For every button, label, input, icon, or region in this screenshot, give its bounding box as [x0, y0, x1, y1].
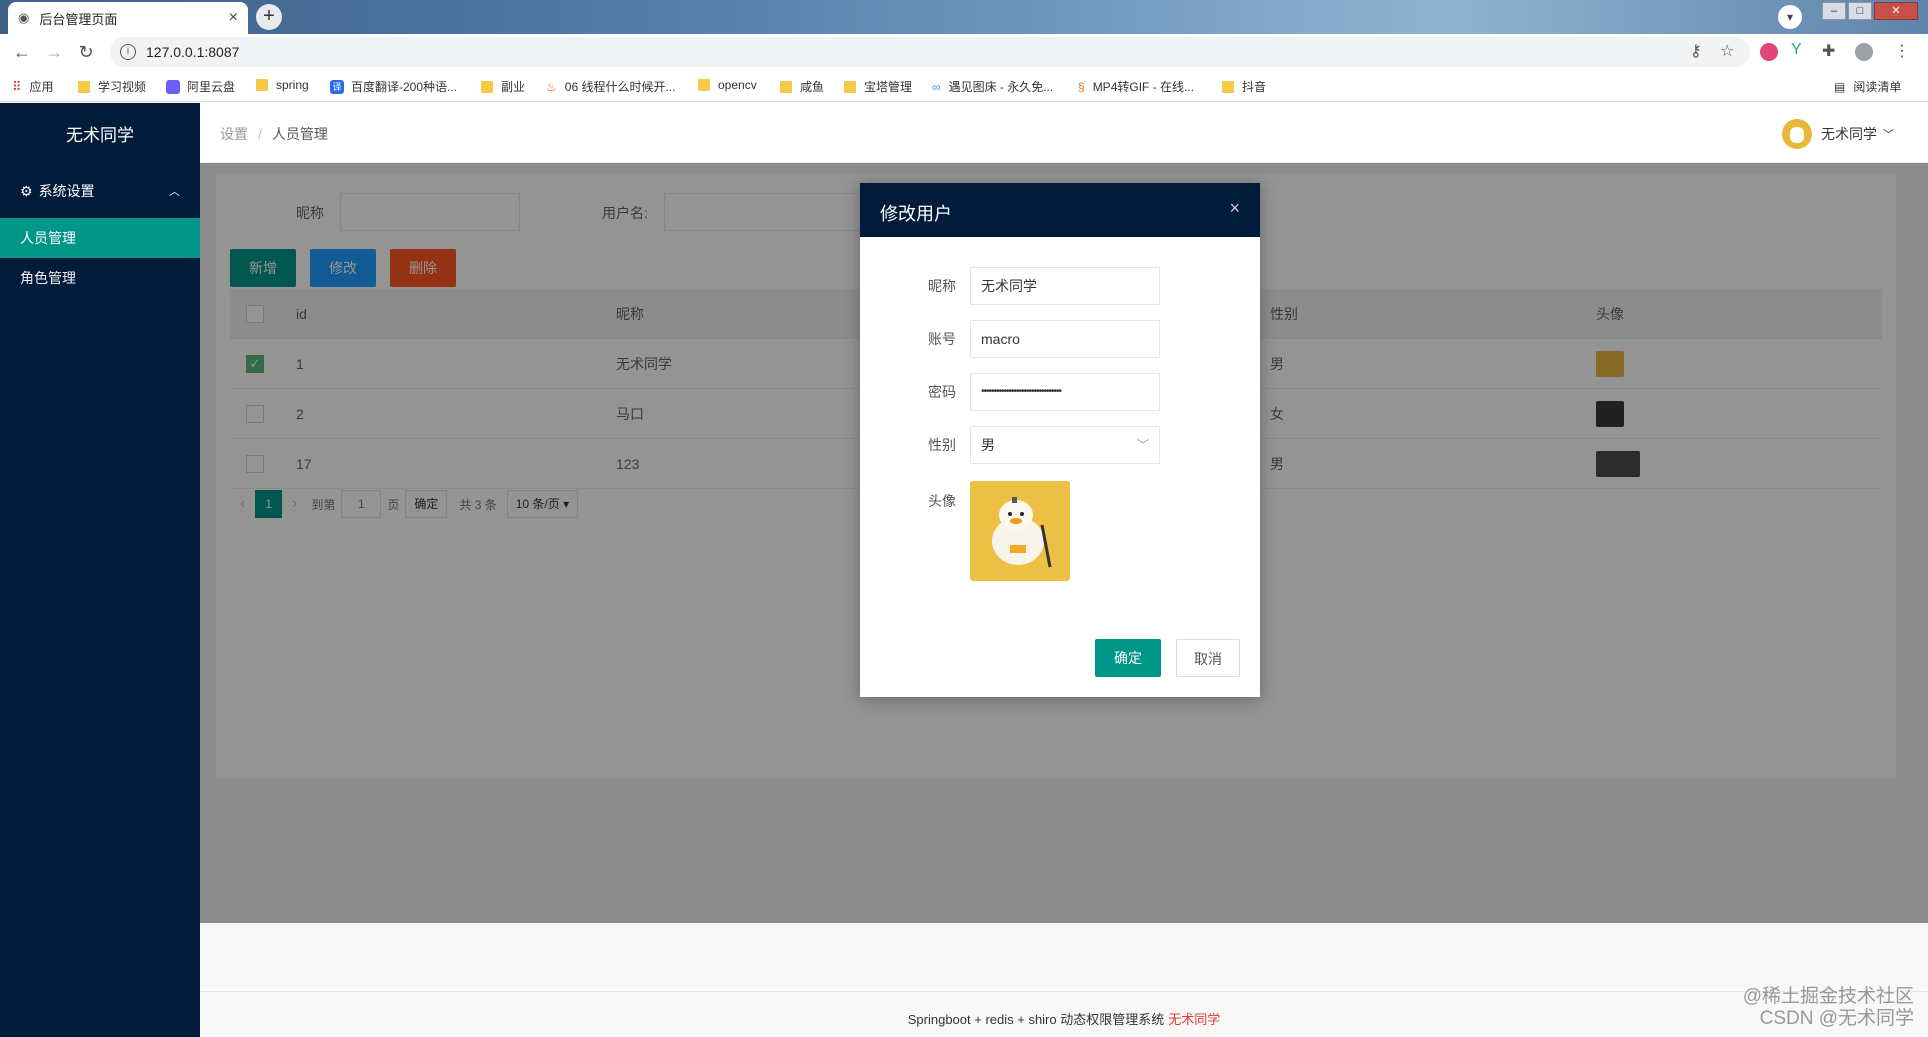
folder-icon	[844, 80, 856, 93]
app-logo: 无术同学	[66, 126, 134, 145]
chevron-up-icon: ︿	[169, 186, 180, 198]
bookmark-item[interactable]: ∞ 遇见图床 - 永久免...	[932, 78, 1053, 95]
bookmark-item[interactable]: spring	[256, 78, 309, 92]
avatar	[1782, 119, 1812, 149]
window-close-icon[interactable]: ✕	[1874, 2, 1918, 20]
close-icon[interactable]: ×	[1229, 198, 1240, 219]
duck-avatar-icon	[970, 481, 1070, 581]
gender-select[interactable]: 男 ﹀	[970, 426, 1160, 464]
edit-user-dialog: 修改用户 × 昵称 无术同学 账号 macro 密码 •••••••••••••…	[860, 183, 1260, 697]
url-text: 127.0.0.1:8087	[146, 44, 240, 60]
bookmark-item[interactable]: 抖音	[1222, 78, 1266, 95]
password-label: 密码	[928, 384, 956, 400]
bookmark-apps[interactable]: ⠿ 应用	[12, 78, 54, 95]
chevron-down-icon: ﹀	[1136, 438, 1149, 452]
account-label: 账号	[928, 331, 956, 347]
maximize-icon[interactable]: □	[1848, 2, 1872, 20]
confirm-button[interactable]: 确定	[1095, 639, 1161, 677]
dialog-header: 修改用户 ×	[860, 183, 1260, 237]
avatar-label: 头像	[928, 493, 956, 509]
bookmark-item[interactable]: 副业	[481, 78, 525, 95]
sidebar-item-role-management[interactable]: 角色管理	[0, 258, 200, 298]
browser-tab-strip: ◉ 后台管理页面 × + ▾ – □ ✕	[0, 0, 1928, 34]
reading-list-icon: ▤	[1834, 79, 1846, 94]
bookmark-item[interactable]: 咸鱼	[780, 78, 824, 95]
browser-toolbar: ← → ↻ i 127.0.0.1:8087 ⚷ ☆ Y ✚ ⋮	[0, 34, 1928, 70]
password-field[interactable]: ••••••••••••••••••••••••••••••••	[970, 373, 1160, 411]
footer: Springboot + redis + shiro 动态权限管理系统 无术同学	[200, 923, 1928, 1037]
bookmark-item[interactable]: 学习视频	[78, 78, 146, 95]
user-menu[interactable]: 无术同学 ﹀	[1782, 119, 1894, 149]
folder-icon	[481, 80, 493, 93]
nickname-label: 昵称	[928, 278, 956, 294]
extension-icon[interactable]	[1760, 43, 1778, 61]
breadcrumb: 设置 / 人员管理	[220, 126, 328, 142]
more-icon[interactable]: ⋮	[1894, 41, 1910, 61]
tab-close-icon[interactable]: ×	[229, 9, 238, 27]
gear-icon: ⚙	[20, 182, 33, 199]
link-icon: ∞	[932, 79, 941, 94]
aliyun-icon	[166, 79, 180, 94]
bookmark-item[interactable]: 译百度翻译-200种语...	[330, 78, 457, 95]
folder-icon	[780, 80, 792, 93]
folder-icon	[256, 79, 268, 91]
key-icon[interactable]: ⚷	[1690, 41, 1702, 61]
cancel-button[interactable]: 取消	[1176, 639, 1240, 677]
bookmark-item[interactable]: § MP4转GIF - 在线...	[1078, 78, 1194, 95]
vue-extension-icon[interactable]: Y	[1791, 41, 1802, 59]
reading-list[interactable]: ▤ 阅读清单	[1834, 78, 1901, 95]
account-icon[interactable]	[1855, 43, 1873, 61]
gender-label: 性别	[928, 437, 956, 453]
sidebar-item-user-management[interactable]: 人员管理	[0, 218, 200, 258]
avatar-preview[interactable]	[970, 481, 1070, 581]
gender-selected-value: 男	[981, 437, 995, 453]
translate-icon: 译	[330, 79, 344, 94]
puzzle-icon[interactable]: ✚	[1822, 41, 1835, 61]
breadcrumb-item-settings[interactable]: 设置	[220, 126, 248, 142]
tab-title: 后台管理页面	[39, 11, 118, 27]
browser-tab[interactable]: ◉ 后台管理页面 ×	[8, 2, 248, 34]
globe-icon: ◉	[18, 10, 30, 25]
minimize-icon[interactable]: –	[1822, 2, 1846, 20]
chevron-down-icon: ﹀	[1883, 129, 1894, 141]
forward-icon[interactable]: →	[42, 40, 66, 64]
folder-icon	[1222, 80, 1234, 93]
flame-icon: ♨	[546, 79, 557, 94]
sidebar-group-system-settings[interactable]: ⚙ 系统设置 ︿	[0, 171, 200, 211]
reload-icon[interactable]: ↻	[74, 40, 98, 64]
breadcrumb-item-current: 人员管理	[271, 126, 328, 142]
bookmark-item[interactable]: 阿里云盘	[166, 78, 235, 95]
account-field[interactable]: macro	[970, 320, 1160, 358]
nickname-field[interactable]: 无术同学	[970, 267, 1160, 305]
chevron-down-icon[interactable]: ▾	[1778, 5, 1802, 29]
dialog-title: 修改用户	[880, 204, 952, 224]
bookmark-item[interactable]: ♨ 06 线程什么时候开...	[546, 78, 675, 95]
new-tab-button[interactable]: +	[256, 4, 282, 30]
swirl-icon: §	[1078, 79, 1085, 94]
back-icon[interactable]: ←	[10, 40, 34, 64]
apps-grid-icon: ⠿	[12, 78, 22, 94]
folder-icon	[78, 80, 90, 93]
bookmark-item[interactable]: opencv	[698, 78, 757, 92]
footer-author-link[interactable]: 无术同学	[1168, 1012, 1220, 1027]
watermark: @稀土掘金技术社区 CSDN @无术同学	[1742, 986, 1914, 1029]
sidebar-group-label: 系统设置	[38, 183, 95, 199]
folder-icon	[698, 79, 710, 91]
bookmark-item[interactable]: 宝塔管理	[844, 78, 912, 95]
bookmarks-bar: ⠿ 应用 学习视频 阿里云盘 spring 译百度翻译-200种语... 副业 …	[0, 70, 1928, 102]
user-name: 无术同学	[1821, 126, 1877, 142]
footer-text: Springboot + redis + shiro 动态权限管理系统 无术同学	[907, 1012, 1221, 1027]
address-bar[interactable]: i 127.0.0.1:8087	[110, 37, 1750, 67]
info-icon[interactable]: i	[120, 44, 136, 60]
app-header: 设置 / 人员管理 无术同学 ﹀	[200, 103, 1928, 163]
star-icon[interactable]: ☆	[1720, 41, 1734, 61]
sidebar: 无术同学 ⚙ 系统设置 ︿ 人员管理 角色管理	[0, 103, 200, 1037]
